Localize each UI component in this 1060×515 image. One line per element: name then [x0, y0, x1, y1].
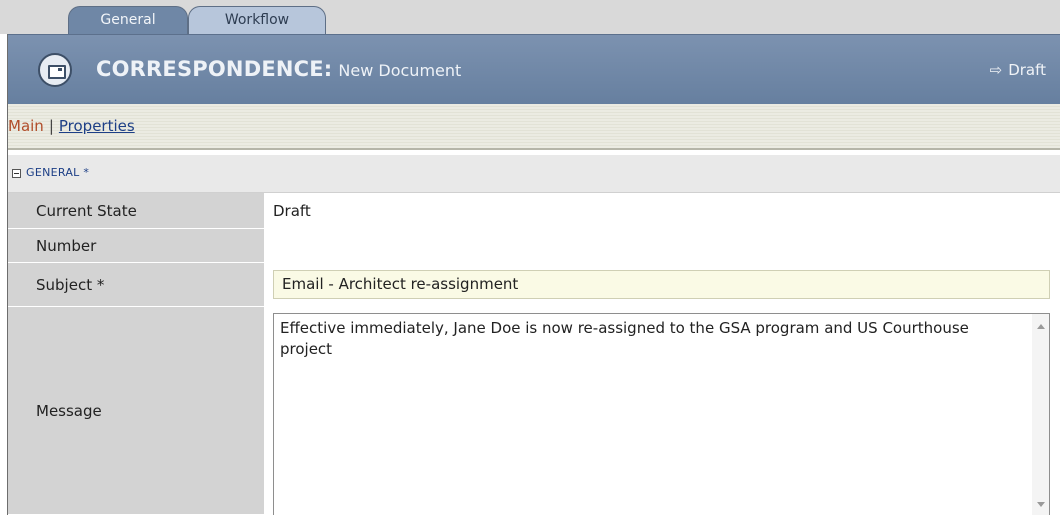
scroll-down-icon[interactable]	[1037, 502, 1045, 507]
page-title: CORRESPONDENCE: New Document	[96, 57, 461, 81]
collapse-icon[interactable]	[12, 169, 21, 178]
tab-strip: General Workflow	[0, 0, 1060, 34]
document-header: CORRESPONDENCE: New Document ⇨ Draft	[8, 34, 1060, 105]
field-row-number: Number	[8, 229, 1060, 263]
field-row-current-state: Current State Draft	[8, 193, 1060, 229]
correspondence-icon	[38, 53, 72, 87]
arrow-right-icon: ⇨	[989, 61, 1003, 79]
state-label: Draft	[1008, 61, 1046, 79]
section-label: GENERAL *	[26, 166, 90, 179]
current-state-value: Draft	[273, 202, 311, 220]
state-indicator[interactable]: ⇨ Draft	[990, 61, 1046, 79]
field-row-subject: Subject * Email - Architect re-assignmen…	[8, 263, 1060, 307]
document-type-label: CORRESPONDENCE:	[96, 57, 333, 81]
subject-input[interactable]: Email - Architect re-assignment	[273, 270, 1050, 299]
message-textarea[interactable]: Effective immediately, Jane Doe is now r…	[273, 313, 1050, 515]
nav-main-link[interactable]: Main	[8, 117, 44, 135]
tab-general[interactable]: General	[68, 6, 188, 34]
nav-separator: |	[48, 117, 54, 135]
current-state-label: Current State	[8, 193, 264, 229]
message-label: Message	[8, 307, 264, 515]
number-label: Number	[8, 229, 264, 263]
tab-workflow[interactable]: Workflow	[188, 6, 326, 34]
message-scrollbar[interactable]	[1032, 314, 1049, 515]
subject-label: Subject *	[8, 263, 264, 307]
message-text: Effective immediately, Jane Doe is now r…	[280, 319, 969, 358]
scroll-up-icon[interactable]	[1037, 324, 1045, 329]
field-row-message: Message Effective immediately, Jane Doe …	[8, 307, 1060, 515]
nav-properties-link[interactable]: Properties	[59, 117, 135, 135]
section-general-header[interactable]: GENERAL *	[8, 155, 1060, 193]
sub-navigation: Main | Properties	[8, 104, 1060, 150]
document-name: New Document	[338, 61, 462, 80]
